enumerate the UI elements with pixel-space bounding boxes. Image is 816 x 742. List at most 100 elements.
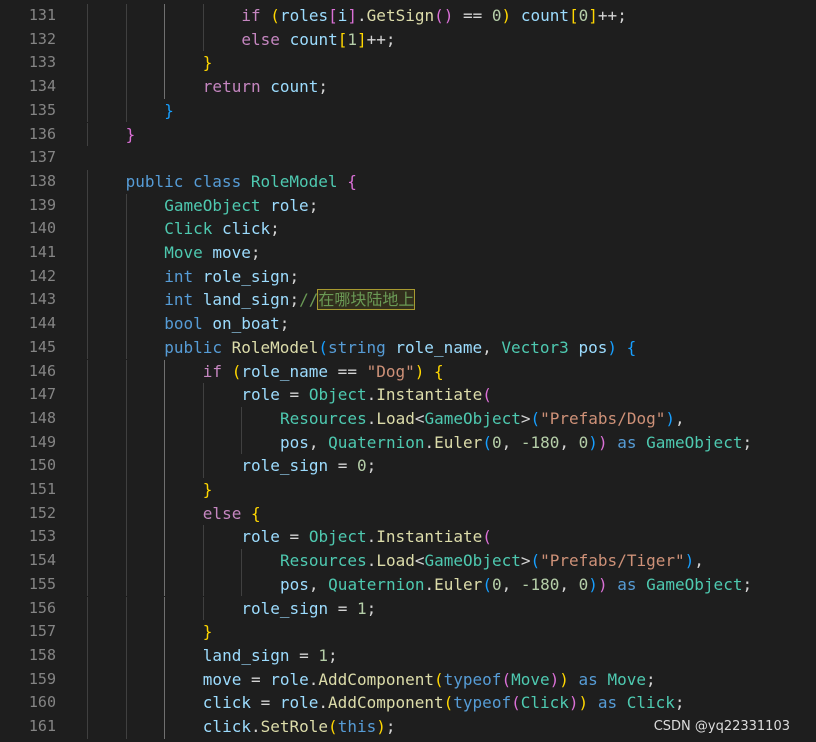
code-line[interactable]: 154 Resources.Load<GameObject>("Prefabs/T… (0, 549, 816, 573)
code-text: } (164, 99, 174, 123)
code-token: GameObject (646, 574, 743, 594)
code-line[interactable]: 137 (0, 146, 816, 170)
code-token: -180 (520, 574, 560, 594)
code-line[interactable]: 152 else { (0, 501, 816, 526)
indent-guide (87, 501, 88, 526)
line-number: 156 (28, 598, 56, 617)
code-token: ( (482, 432, 492, 452)
code-line[interactable]: 141 Move move; (0, 241, 816, 265)
code-line[interactable]: 133} (0, 51, 816, 76)
code-token: Quaternion (328, 432, 425, 452)
indent-guide (87, 359, 88, 384)
code-line[interactable]: 143 int land_sign;//在哪块陆地上 (0, 288, 816, 313)
indent-guide (87, 312, 88, 336)
code-text: Resources.Load<GameObject>("Prefabs/Tige… (280, 549, 704, 573)
code-line[interactable]: 156 role_sign = 1; (0, 596, 816, 621)
code-token: Instantiate (376, 385, 483, 405)
code-token: -180 (520, 432, 560, 452)
code-token: ; (742, 574, 753, 594)
code-line[interactable]: 132 else count[1]++; (0, 27, 816, 52)
indent-guide (87, 27, 88, 52)
code-line[interactable]: 135} (0, 98, 816, 123)
code-token: as (597, 693, 618, 713)
indent-guide (87, 572, 88, 597)
line-number: 135 (28, 100, 56, 119)
code-line[interactable]: 150 role_sign = 0; (0, 454, 816, 478)
code-line[interactable]: 157} (0, 620, 816, 644)
code-token: ; (385, 717, 396, 736)
code-token: ( (231, 361, 242, 381)
code-token: 1 (347, 29, 358, 49)
code-text: click = role.AddComponent(typeof(Click))… (203, 691, 685, 715)
indent-guide (164, 454, 166, 478)
code-line[interactable]: 139 GameObject role; (0, 193, 816, 218)
code-token: ) (597, 432, 608, 452)
code-line[interactable]: 146 if (role_name == "Dog") { (0, 359, 816, 384)
indent-guide (202, 383, 204, 407)
code-token: ) (376, 717, 386, 736)
code-token: count (289, 29, 338, 49)
code-line[interactable]: 155 pos, Quaternion.Euler(0, -180, 0)) as… (0, 572, 816, 597)
indent-guide (87, 217, 88, 241)
code-line[interactable]: 153 role = Object.Instantiate( (0, 525, 816, 550)
code-token: GameObject (164, 195, 261, 215)
code-line[interactable]: 134 return count; (0, 75, 816, 99)
code-line[interactable]: 151} (0, 478, 816, 502)
indent-guide (125, 217, 127, 241)
indent-guide (87, 667, 88, 692)
code-line[interactable]: 140 Click click; (0, 217, 816, 241)
code-token: bool (164, 314, 203, 334)
code-line[interactable]: 160 click = role.AddComponent(typeof(Clic… (0, 691, 816, 715)
line-number: 131 (28, 6, 56, 24)
line-number: 144 (28, 314, 56, 333)
code-token: == (328, 361, 367, 381)
indent-guide (164, 572, 166, 597)
code-line[interactable]: 136} (0, 122, 816, 147)
code-line[interactable]: 131 if (roles[i].GetSign() == 0) count[0]… (0, 4, 816, 28)
code-token: [ (328, 6, 338, 25)
indent-guide (87, 264, 88, 289)
line-number: 143 (28, 290, 56, 309)
line-number: 160 (28, 693, 56, 712)
code-token: land_sign (202, 290, 290, 310)
code-line[interactable]: 147 role = Object.Instantiate( (0, 383, 816, 407)
indent-guide (202, 454, 204, 478)
csdn-watermark: CSDN @yq22331103 (653, 719, 790, 734)
code-token: 0 (578, 574, 589, 594)
code-line[interactable]: 142 int role_sign; (0, 264, 816, 289)
indent-guide (125, 335, 127, 360)
code-line[interactable]: 148 Resources.Load<GameObject>("Prefabs/D… (0, 406, 816, 431)
code-token: ; (270, 219, 280, 239)
code-text: } (203, 478, 213, 502)
code-editor[interactable]: 131 if (roles[i].GetSign() == 0) count[0]… (0, 0, 816, 742)
code-token: 在哪块陆地上 (317, 289, 416, 311)
line-number: 136 (28, 124, 56, 143)
code-line[interactable]: 144 bool on_boat; (0, 312, 816, 336)
code-line[interactable]: 145 public RoleModel(string role_name, Ve… (0, 335, 816, 360)
code-token: Instantiate (376, 527, 483, 547)
code-token: , (559, 574, 579, 594)
code-line[interactable]: 138 public class RoleModel { (0, 169, 816, 194)
indent-guide (164, 359, 166, 384)
code-token: ( (482, 527, 492, 547)
line-number: 133 (28, 53, 56, 72)
code-token: ; (279, 314, 290, 334)
indent-guide (87, 75, 88, 99)
code-token: RoleModel (231, 337, 319, 357)
code-text: Click click; (164, 217, 280, 241)
indent-guide (164, 383, 166, 407)
code-line[interactable]: 159 move = role.AddComponent(typeof(Move)… (0, 667, 816, 692)
code-line[interactable]: 149 pos, Quaternion.Euler(0, -180, 0)) as… (0, 430, 816, 455)
code-line[interactable]: 158 land_sign = 1; (0, 643, 816, 668)
code-token: role_sign (202, 266, 290, 286)
code-text: land_sign = 1; (203, 644, 338, 668)
indent-guide (164, 4, 166, 28)
